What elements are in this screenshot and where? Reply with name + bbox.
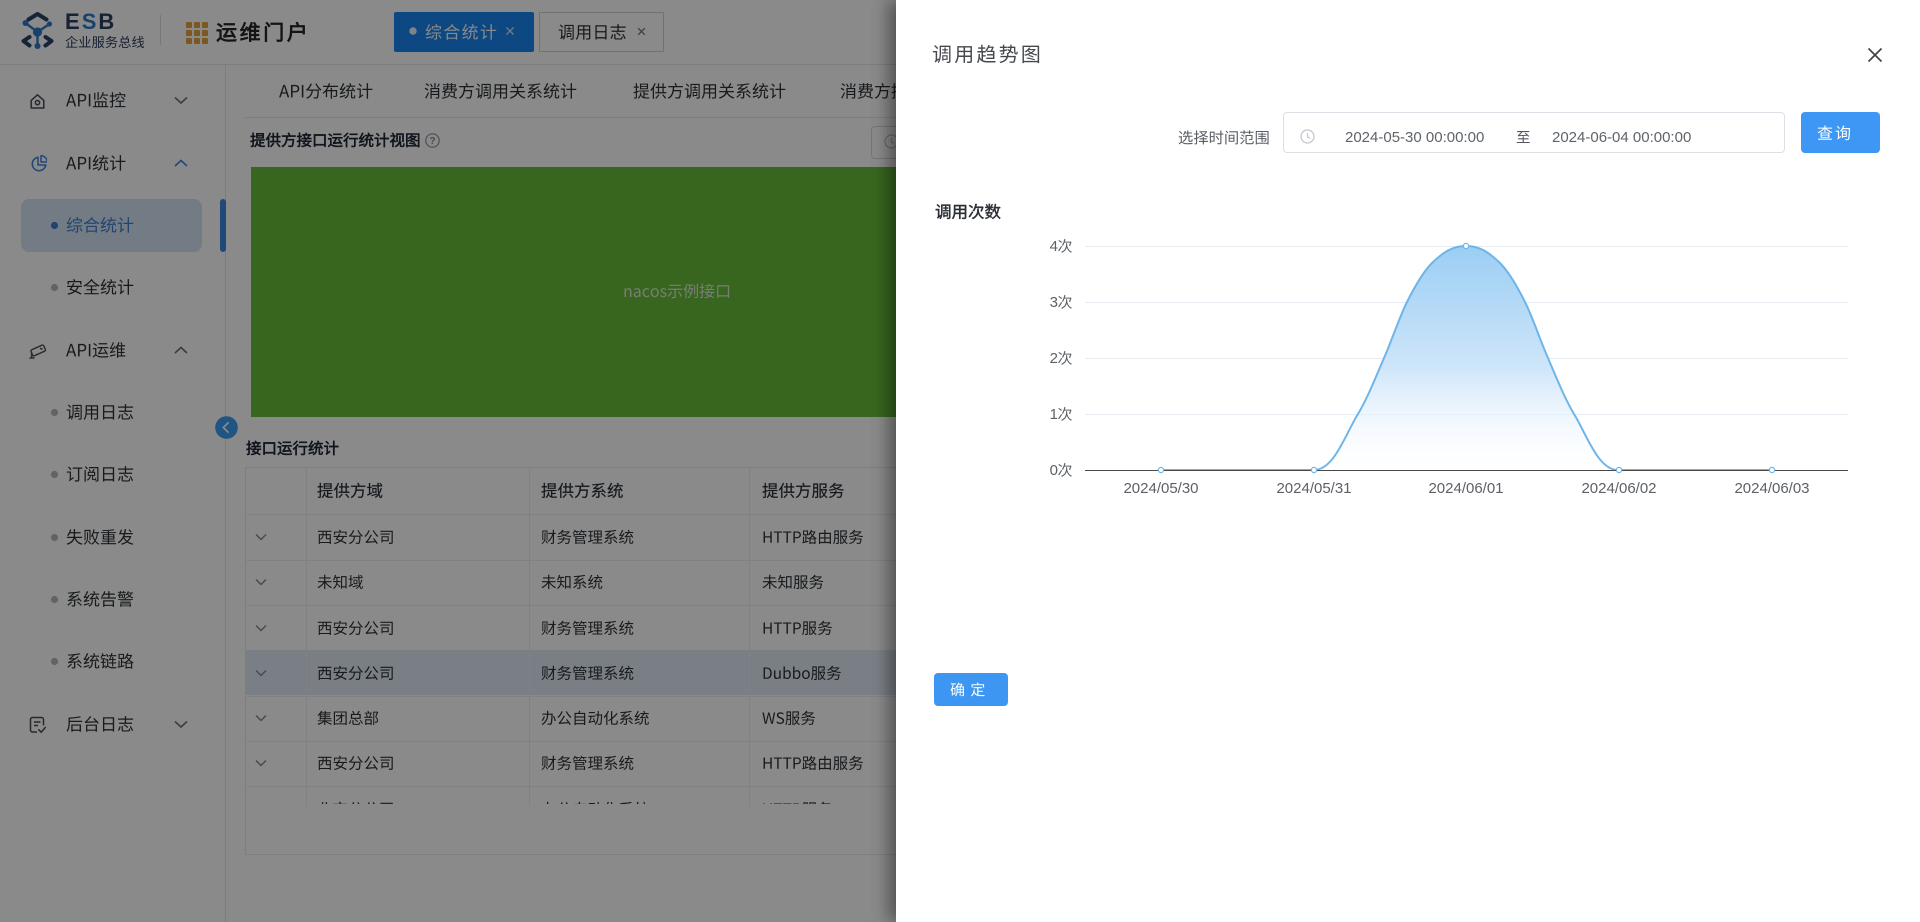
- svg-text:3: 3: [1050, 294, 1058, 311]
- svg-text:1: 1: [1050, 406, 1058, 423]
- svg-text:4: 4: [1050, 238, 1058, 255]
- svg-text:2024/06/02: 2024/06/02: [1581, 480, 1656, 497]
- svg-text:2: 2: [1050, 350, 1058, 367]
- svg-text:0: 0: [1050, 462, 1058, 479]
- svg-text:2024/05/31: 2024/05/31: [1276, 480, 1351, 497]
- svg-text:2024/05/30: 2024/05/30: [1123, 480, 1198, 497]
- svg-text:2024/06/03: 2024/06/03: [1734, 480, 1809, 497]
- svg-text:2024/06/01: 2024/06/01: [1428, 480, 1503, 497]
